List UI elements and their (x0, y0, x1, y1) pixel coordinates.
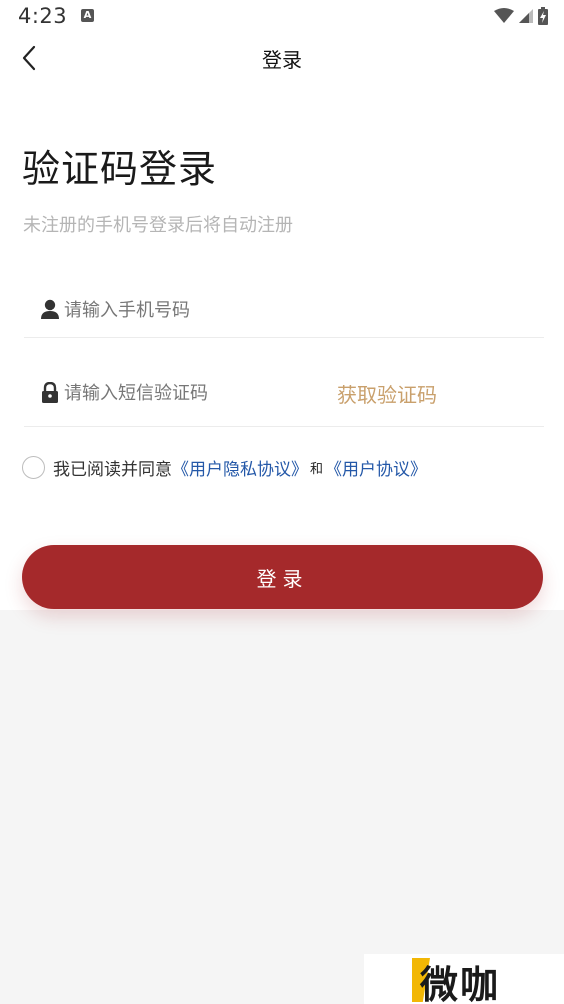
user-agreement-link[interactable]: 《用户协议》 (325, 455, 427, 480)
agreement-row: 我已阅读并同意 《用户隐私协议》 和 《用户协议》 (22, 454, 427, 480)
login-button[interactable]: 登录 (22, 545, 543, 609)
agreement-and: 和 (310, 461, 324, 477)
a-notification-icon: A (81, 9, 94, 22)
nav-title: 登录 (262, 48, 302, 72)
status-bar: 4:23 A (0, 0, 564, 34)
battery-icon (538, 7, 548, 25)
wifi-icon (494, 8, 514, 23)
sms-code-field: 获取验证码 (24, 365, 544, 427)
signal-icon (519, 9, 533, 23)
watermark-logo: 微咖 (364, 954, 564, 1004)
lock-icon (42, 382, 58, 403)
privacy-policy-link[interactable]: 《用户隐私协议》 (172, 455, 308, 480)
phone-input[interactable] (64, 295, 324, 325)
sms-code-input[interactable] (64, 378, 324, 408)
person-icon (41, 299, 59, 319)
status-time: 4:23 (18, 4, 68, 28)
page-title: 验证码登录 (22, 147, 218, 191)
agreement-checkbox[interactable] (22, 455, 45, 479)
page-subtitle: 未注册的手机号登录后将自动注册 (23, 215, 293, 236)
status-icons (494, 6, 548, 26)
phone-field (24, 284, 544, 338)
get-code-button[interactable]: 获取验证码 (337, 379, 437, 408)
agreement-text: 我已阅读并同意 (53, 459, 172, 480)
watermark-text: 微咖 (420, 963, 501, 1004)
